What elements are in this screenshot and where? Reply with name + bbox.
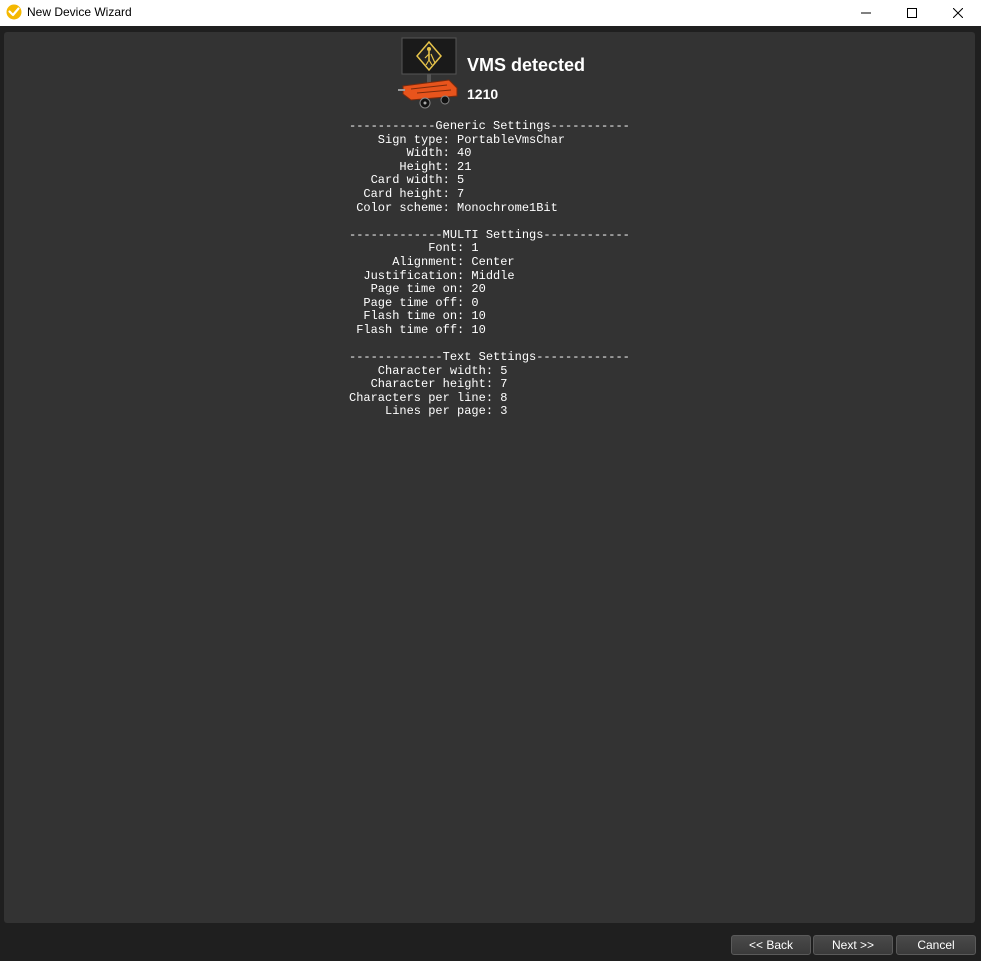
report-line: Page time on: 20 (349, 282, 486, 297)
report-line: -------------MULTI Settings------------ (349, 227, 630, 242)
report-line: Sign type: PortableVmsChar (349, 132, 566, 147)
report-line: Flash time off: 10 (349, 322, 486, 337)
report-line: Card width: 5 (349, 173, 465, 188)
wizard-window: New Device Wizard VMS detected 1210 ----… (0, 0, 981, 961)
maximize-button[interactable] (889, 0, 935, 26)
report-line: Lines per page: 3 (349, 404, 508, 419)
report-line: Font: 1 (349, 241, 479, 256)
report-line: Justification: Middle (349, 268, 515, 283)
detection-header: VMS detected 1210 (397, 36, 657, 112)
report-line: Page time off: 0 (349, 295, 479, 310)
device-id: 1210 (467, 86, 499, 102)
settings-report: ------------Generic Settings----------- … (349, 119, 630, 419)
report-line: Character height: 7 (349, 377, 508, 392)
report-line: Height: 21 (349, 159, 472, 174)
report-line: ------------Generic Settings----------- (349, 119, 630, 133)
wizard-content-panel: VMS detected 1210 ------------Generic Se… (4, 32, 975, 923)
detection-title: VMS detected (467, 55, 586, 75)
title-bar[interactable]: New Device Wizard (0, 0, 981, 26)
close-icon (953, 8, 963, 18)
maximize-icon (907, 8, 917, 18)
report-line: Flash time on: 10 (349, 309, 486, 324)
app-logo-icon (6, 4, 22, 20)
report-line: -------------Text Settings------------- (349, 350, 630, 365)
report-line: Alignment: Center (349, 254, 515, 269)
next-button[interactable]: Next >> (813, 935, 893, 955)
window-title: New Device Wizard (27, 5, 132, 19)
minimize-button[interactable] (843, 0, 889, 26)
report-line: Width: 40 (349, 146, 472, 161)
report-line: Color scheme: Monochrome1Bit (349, 200, 558, 215)
minimize-icon (861, 12, 871, 14)
portable-vms-trailer-icon (398, 37, 458, 109)
report-line: Card height: 7 (349, 186, 465, 201)
cancel-button[interactable]: Cancel (896, 935, 976, 955)
report-line: Characters per line: 8 (349, 390, 508, 405)
report-line: Character width: 5 (349, 363, 508, 378)
back-button[interactable]: << Back (731, 935, 811, 955)
close-button[interactable] (935, 0, 981, 26)
